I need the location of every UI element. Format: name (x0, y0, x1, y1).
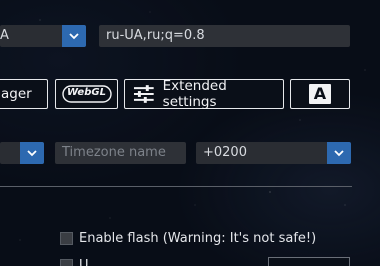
chevron-down-icon (334, 149, 344, 156)
accept-language-field[interactable]: ru-UA,ru;q=0.8 (99, 25, 350, 47)
timezone-offset-select[interactable]: +0200 (196, 142, 351, 164)
webgl-button[interactable]: WebGL (55, 79, 118, 109)
timezone-name-field[interactable]: Timezone name (55, 142, 186, 164)
second-option-input[interactable] (268, 257, 350, 266)
font-icon-letter: A (313, 84, 327, 103)
extended-settings-button[interactable]: Extended settings (124, 78, 284, 110)
second-option-checkbox[interactable] (60, 259, 73, 266)
manager-button-label: ager (1, 86, 32, 102)
timezone-offset-value: +0200 (203, 145, 247, 160)
sliders-icon (133, 85, 154, 103)
timezone-region-select[interactable] (0, 142, 44, 164)
chevron-down-icon (27, 149, 37, 156)
language-select[interactable]: A (0, 25, 86, 47)
timezone-name-placeholder: Timezone name (62, 145, 166, 160)
font-icon: A (309, 84, 331, 104)
language-select-value: A (0, 28, 9, 43)
section-divider (0, 186, 352, 187)
enable-flash-label: Enable flash (Warning: It's not safe!) (79, 231, 317, 246)
timezone-offset-toggle[interactable] (327, 142, 351, 164)
manager-button[interactable]: ager (0, 79, 48, 109)
second-option-label: U (79, 258, 89, 266)
timezone-region-toggle[interactable] (20, 142, 44, 164)
accept-language-value: ru-UA,ru;q=0.8 (106, 28, 205, 43)
chevron-down-icon (69, 32, 79, 39)
enable-flash-checkbox[interactable] (60, 232, 73, 245)
extended-settings-label: Extended settings (162, 78, 227, 110)
language-select-toggle[interactable] (62, 25, 86, 47)
fonts-button[interactable]: A (290, 79, 350, 109)
webgl-logo-text: WebGL (67, 87, 106, 98)
